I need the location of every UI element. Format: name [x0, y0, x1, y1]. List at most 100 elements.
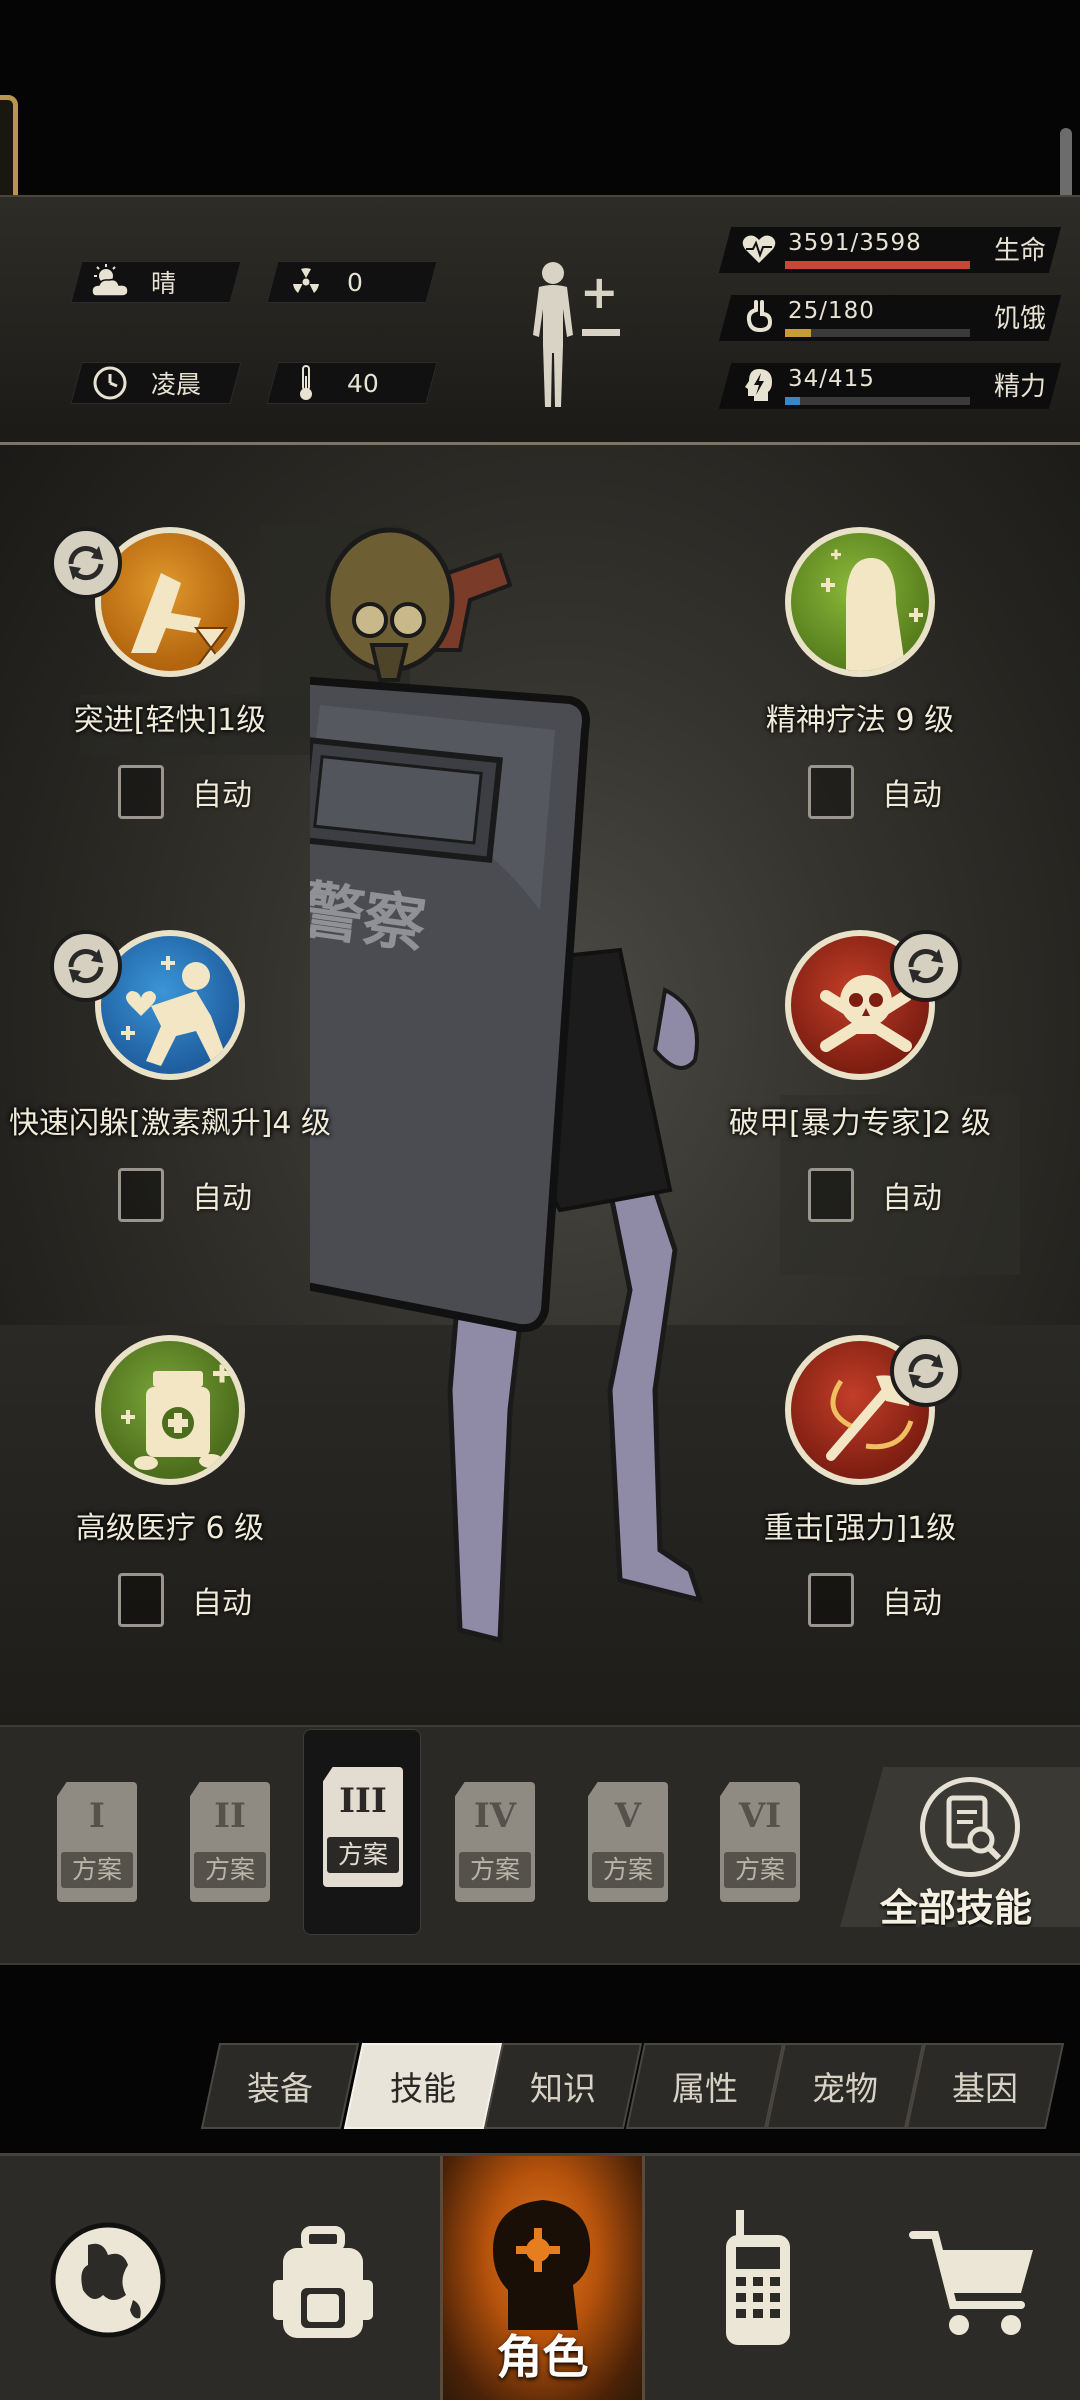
hp-label: 生命: [994, 236, 1047, 266]
auto-checkbox[interactable]: [118, 765, 164, 819]
skill-slot: 突进[轻快]1级 自动: [0, 527, 380, 857]
plan-3-button[interactable]: III 方案: [323, 1767, 403, 1887]
skill-slot: 破甲[暴力专家]2 级 自动: [690, 930, 1070, 1260]
thermometer-icon: [285, 362, 327, 404]
tab-equipment[interactable]: 装备: [200, 2043, 360, 2129]
plan-1-button[interactable]: I 方案: [57, 1782, 137, 1902]
auto-checkbox[interactable]: [808, 1168, 854, 1222]
character-scene: 警察 突进[轻快]1级 自动 精神疗法 9 级 自动 快速闪躲[激素飙升]4 级…: [0, 445, 1080, 1725]
swap-icon[interactable]: [50, 930, 122, 1002]
nav-shop[interactable]: [865, 2156, 1080, 2400]
character-icon: [492, 2199, 590, 2330]
weather-indicator: 晴: [70, 261, 242, 303]
skill-name: 突进[轻快]1级: [73, 703, 267, 738]
plan-4-button[interactable]: IV 方案: [455, 1782, 535, 1902]
temperature-indicator: 40: [266, 362, 438, 404]
nav-backpack[interactable]: [215, 2156, 430, 2400]
skill-slot: 快速闪躲[激素飙升]4 级 自动: [0, 930, 380, 1260]
cloudy-sun-icon: [89, 261, 131, 303]
hunger-label: 饥饿: [994, 304, 1047, 334]
plan-numeral: IV: [473, 1796, 517, 1836]
auto-checkbox[interactable]: [808, 1573, 854, 1627]
nav-character[interactable]: 角色: [440, 2156, 645, 2400]
skill-plan-bar: I 方案 II 方案 III 方案 IV 方案 V 方案 VI 方案 全部技能: [0, 1725, 1080, 1965]
auto-label: 自动: [882, 1586, 942, 1621]
plan-label: 方案: [592, 1852, 664, 1888]
walkie-talkie-icon: [725, 2209, 790, 2345]
backpack-icon: [272, 2225, 373, 2338]
auto-checkbox[interactable]: [118, 1168, 164, 1222]
tab-skills[interactable]: 技能: [343, 2043, 503, 2129]
swap-icon[interactable]: [890, 1335, 962, 1407]
tab-attributes[interactable]: 属性: [625, 2043, 785, 2129]
skill-slot: 精神疗法 9 级 自动: [690, 527, 1070, 857]
document-search-icon: [920, 1777, 1020, 1877]
auto-toggle[interactable]: 自动: [118, 1573, 252, 1627]
skill-slot: 高级医疗 6 级 自动: [0, 1335, 380, 1665]
hunger-fill: [785, 329, 811, 337]
auto-toggle[interactable]: 自动: [808, 1168, 942, 1222]
energy-label: 精力: [994, 372, 1047, 402]
medicine-bottle-icon[interactable]: [95, 1335, 245, 1485]
plan-6-button[interactable]: VI 方案: [720, 1782, 800, 1902]
skill-name: 高级医疗 6 级: [75, 1511, 265, 1546]
bottom-navigation: 角色: [0, 2153, 1080, 2400]
all-skills-button[interactable]: 全部技能: [840, 1767, 1080, 1927]
status-header: 晴 0 凌晨 40 + 3591/3598 生命 25/180 饥饿 34/41…: [0, 195, 1080, 445]
plan-5-button[interactable]: V 方案: [588, 1782, 668, 1902]
game-screen: 晴 0 凌晨 40 + 3591/3598 生命 25/180 饥饿 34/41…: [0, 0, 1080, 2400]
plan-numeral: II: [214, 1796, 246, 1836]
plan-numeral: V: [614, 1796, 642, 1836]
clock-icon: [89, 362, 131, 404]
hunger-value: 25/180: [788, 298, 875, 324]
radiation-value: 0: [347, 267, 363, 297]
time-label: 凌晨: [151, 370, 202, 399]
globe-icon: [50, 2222, 165, 2337]
temperature-value: 40: [347, 368, 379, 398]
swap-icon[interactable]: [50, 527, 122, 599]
skill-slot: 重击[强力]1级 自动: [690, 1335, 1070, 1665]
plan-label: 方案: [61, 1852, 133, 1888]
plan-label: 方案: [724, 1852, 796, 1888]
energy-value: 34/415: [788, 366, 875, 392]
skill-name: 精神疗法 9 级: [765, 703, 955, 738]
tab-knowledge[interactable]: 知识: [483, 2043, 643, 2129]
minus-icon[interactable]: [582, 329, 620, 336]
auto-label: 自动: [192, 1586, 252, 1621]
plan-2-button[interactable]: II 方案: [190, 1782, 270, 1902]
nav-world[interactable]: [0, 2156, 215, 2400]
heart-pulse-icon: [739, 229, 779, 269]
swap-icon[interactable]: [890, 930, 962, 1002]
all-skills-label: 全部技能: [880, 1886, 1033, 1930]
skill-name: 快速闪躲[激素飙升]4 级: [8, 1106, 332, 1141]
mental-therapy-icon[interactable]: [785, 527, 935, 677]
radiation-indicator: 0: [266, 261, 438, 303]
stomach-icon: [739, 297, 779, 337]
auto-checkbox[interactable]: [118, 1573, 164, 1627]
plus-icon[interactable]: +: [580, 265, 619, 319]
nav-character-label: 角色: [496, 2330, 589, 2384]
skill-name: 重击[强力]1级: [763, 1511, 957, 1546]
auto-toggle[interactable]: 自动: [118, 765, 252, 819]
character-subtabs: 装备 技能 知识 属性 宠物 基因: [195, 2043, 1065, 2131]
time-indicator: 凌晨: [70, 362, 242, 404]
plan-label: 方案: [194, 1852, 266, 1888]
plan-label: 方案: [327, 1837, 399, 1873]
hp-value: 3591/3598: [788, 230, 922, 256]
auto-label: 自动: [192, 778, 252, 813]
auto-toggle[interactable]: 自动: [118, 1168, 252, 1222]
tab-pets[interactable]: 宠物: [765, 2043, 925, 2129]
auto-label: 自动: [882, 1181, 942, 1216]
auto-label: 自动: [882, 778, 942, 813]
plan-label: 方案: [459, 1852, 531, 1888]
auto-toggle[interactable]: 自动: [808, 765, 942, 819]
weather-label: 晴: [151, 269, 177, 298]
plan-numeral: III: [339, 1781, 387, 1821]
nav-radio[interactable]: [650, 2156, 865, 2400]
auto-checkbox[interactable]: [808, 765, 854, 819]
hp-fill: [785, 261, 970, 269]
plan-numeral: VI: [738, 1796, 782, 1836]
auto-label: 自动: [192, 1181, 252, 1216]
tab-genes[interactable]: 基因: [905, 2043, 1065, 2129]
auto-toggle[interactable]: 自动: [808, 1573, 942, 1627]
